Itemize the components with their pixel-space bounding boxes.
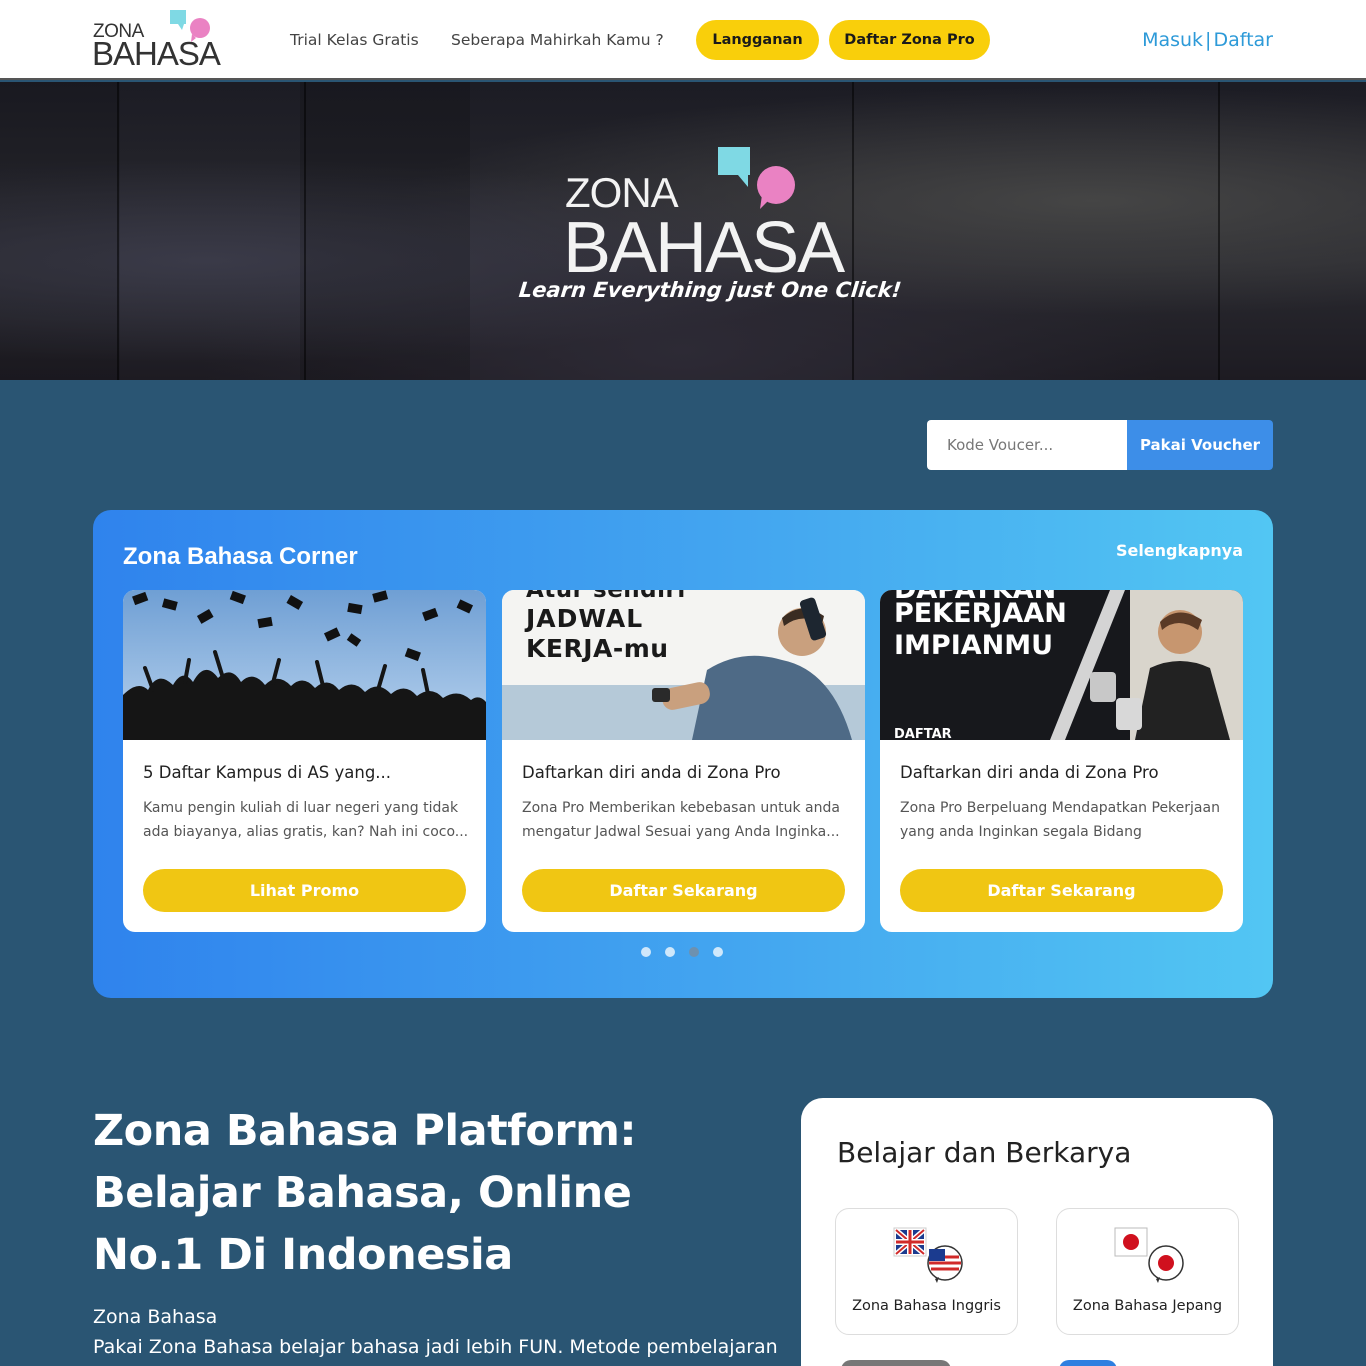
job-banner: DAPATKAN PEKERJAAN IMPIANMU DAFTAR bbox=[880, 590, 1243, 740]
course-label: Zona Bahasa Jepang bbox=[1072, 1298, 1223, 1314]
apply-voucher-button[interactable]: Pakai Voucher bbox=[1127, 420, 1273, 470]
site-header: ZONA BAHASA Trial Kelas Gratis Seberapa … bbox=[0, 0, 1366, 80]
japan-flags-icon bbox=[1114, 1227, 1184, 1283]
japanese-course-card[interactable]: Zona Bahasa Jepang bbox=[1056, 1208, 1239, 1335]
hero-logo-bottom: BAHASA bbox=[563, 208, 845, 288]
zona-bahasa-corner: Zona Bahasa Corner Selengkapnya 5 Daftar… bbox=[93, 510, 1273, 998]
login-link[interactable]: Masuk bbox=[1142, 29, 1203, 51]
english-course-card[interactable]: Zona Bahasa Inggris bbox=[835, 1208, 1018, 1335]
hero-divider bbox=[304, 82, 306, 380]
banner-line: KERJA-mu bbox=[526, 634, 669, 663]
nav-trial[interactable]: Trial Kelas Gratis bbox=[290, 31, 419, 49]
banner-line: IMPIANMU bbox=[894, 630, 1054, 661]
see-more-link[interactable]: Selengkapnya bbox=[1116, 541, 1243, 560]
hero-divider bbox=[1218, 82, 1220, 380]
card-description: Kamu pengin kuliah di luar negeri yang t… bbox=[143, 800, 469, 840]
voucher-code-input[interactable] bbox=[927, 420, 1127, 470]
course-label: Zona Bahasa Inggris bbox=[852, 1298, 1001, 1314]
nav-test[interactable]: Seberapa Mahirkah Kamu ? bbox=[451, 31, 664, 49]
banner-line: JADWAL bbox=[526, 604, 644, 633]
carousel-dot-2[interactable] bbox=[665, 947, 675, 957]
daftar-sekarang-button[interactable]: Daftar Sekarang bbox=[900, 869, 1223, 912]
carousel-dot-3[interactable] bbox=[689, 947, 699, 957]
promo-card: Atur sendiri JADWAL KERJA-mu Daftarkan d… bbox=[502, 590, 865, 932]
lihat-promo-button[interactable]: Lihat Promo bbox=[143, 869, 466, 912]
graduation-photo bbox=[123, 590, 486, 740]
auth-separator: | bbox=[1205, 29, 1212, 51]
banner-line: Atur sendiri bbox=[526, 590, 686, 603]
site-logo[interactable]: ZONA BAHASA bbox=[92, 10, 221, 70]
daftar-zona-pro-button[interactable]: Daftar Zona Pro bbox=[829, 20, 990, 60]
carousel-dot-1[interactable] bbox=[641, 947, 651, 957]
platform-heading: Zona Bahasa Platform: Belajar Bahasa, On… bbox=[93, 1106, 637, 1280]
carousel-dot-4[interactable] bbox=[713, 947, 723, 957]
belajar-panel: Belajar dan Berkarya Zona Bahasa Inggris… bbox=[801, 1098, 1273, 1366]
card-title: Daftarkan diri anda di Zona Pro bbox=[522, 763, 781, 782]
hero-tagline: Learn Everything just One Click! bbox=[517, 278, 903, 302]
hero-divider bbox=[117, 82, 119, 380]
card-description: Zona Pro Berpeluang Mendapatkan Pekerjaa… bbox=[900, 800, 1220, 840]
belajar-title: Belajar dan Berkarya bbox=[837, 1136, 1132, 1169]
hero-logo: ZONA BAHASA Learn Everything just One Cl… bbox=[515, 144, 903, 314]
card-title: Daftarkan diri anda di Zona Pro bbox=[900, 763, 1159, 782]
auth-links: Masuk | Daftar bbox=[1142, 29, 1273, 51]
daftar-sekarang-button[interactable]: Daftar Sekarang bbox=[522, 869, 845, 912]
chat-bubbles-icon bbox=[718, 147, 795, 209]
banner-line: DAFTAR bbox=[894, 727, 952, 740]
register-link[interactable]: Daftar bbox=[1213, 29, 1273, 51]
promo-card: DAPATKAN PEKERJAAN IMPIANMU DAFTAR Dafta… bbox=[880, 590, 1243, 932]
banner-line: PEKERJAAN bbox=[894, 598, 1067, 629]
card-description: Zona Pro Memberikan kebebasan untuk anda… bbox=[522, 800, 840, 840]
uk-us-flags-icon bbox=[893, 1227, 963, 1283]
hero-banner: ZONA BAHASA Learn Everything just One Cl… bbox=[0, 82, 1366, 380]
carousel-pagination bbox=[641, 947, 723, 957]
platform-brand: Zona Bahasa bbox=[93, 1306, 218, 1328]
schedule-banner: Atur sendiri JADWAL KERJA-mu bbox=[502, 590, 865, 740]
platform-description: Pakai Zona Bahasa belajar bahasa jadi le… bbox=[93, 1336, 778, 1358]
graduation-illustration bbox=[123, 590, 486, 740]
next-course-card-peek bbox=[841, 1360, 951, 1366]
corner-title: Zona Bahasa Corner bbox=[123, 543, 358, 570]
langganan-button[interactable]: Langganan bbox=[696, 20, 819, 60]
chat-bubbles-icon bbox=[170, 10, 210, 42]
card-title: 5 Daftar Kampus di AS yang... bbox=[143, 763, 392, 782]
next-course-card-peek bbox=[1059, 1360, 1117, 1366]
promo-card: 5 Daftar Kampus di AS yang... Kamu pengi… bbox=[123, 590, 486, 932]
